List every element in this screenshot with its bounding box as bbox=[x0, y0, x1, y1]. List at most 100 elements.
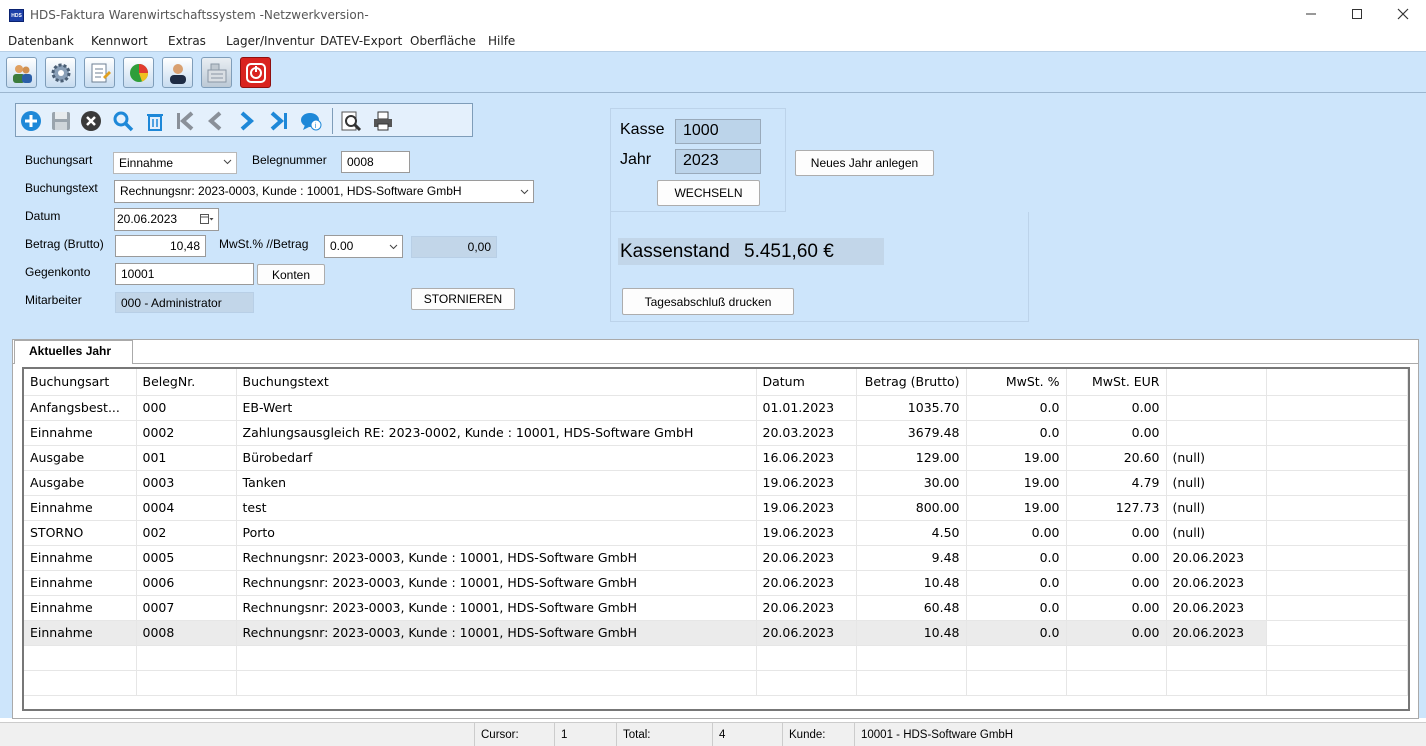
mwst-value: 0.00 bbox=[330, 239, 354, 253]
preview-button[interactable] bbox=[338, 108, 364, 134]
next-record-button[interactable] bbox=[234, 108, 260, 134]
search-button[interactable] bbox=[110, 108, 136, 134]
gegenkonto-field[interactable]: 10001 bbox=[115, 263, 254, 285]
belegnummer-field[interactable]: 0008 bbox=[341, 151, 410, 173]
table-cell: 0002 bbox=[136, 420, 237, 446]
col-header[interactable]: Buchungstext bbox=[236, 369, 757, 396]
mwst-select[interactable]: 0.00 bbox=[324, 235, 403, 258]
table-cell bbox=[1166, 420, 1267, 446]
table-cell bbox=[1266, 595, 1408, 621]
neues-jahr-button[interactable]: Neues Jahr anlegen bbox=[795, 150, 934, 176]
table-cell: 16.06.2023 bbox=[756, 445, 857, 471]
previous-record-button[interactable] bbox=[202, 108, 228, 134]
table-cell: 0006 bbox=[136, 570, 237, 596]
table-row[interactable]: Ausgabe 001 Bürobedarf 16.06.2023 129.00 19.0… bbox=[24, 445, 1408, 471]
pie-chart-icon bbox=[129, 63, 148, 82]
menu-kennwort[interactable]: Kennwort bbox=[91, 34, 148, 48]
menu-oberflaeche[interactable]: Oberfläche bbox=[410, 34, 476, 48]
konten-button[interactable]: Konten bbox=[257, 264, 325, 285]
table-cell: 127.73 bbox=[1066, 495, 1167, 521]
settings-button[interactable] bbox=[45, 57, 76, 88]
info-button[interactable]: i bbox=[298, 108, 324, 134]
table-cell: Einnahme bbox=[24, 570, 137, 596]
documents-button[interactable] bbox=[84, 57, 115, 88]
customers-button[interactable] bbox=[6, 57, 37, 88]
table-cell: 4.50 bbox=[856, 520, 967, 546]
maximize-button[interactable] bbox=[1334, 0, 1380, 31]
tab-aktuelles-jahr[interactable]: Aktuelles Jahr bbox=[14, 340, 133, 364]
cash-register-button[interactable] bbox=[201, 57, 232, 88]
col-header[interactable]: Datum bbox=[756, 369, 857, 396]
table-cell bbox=[1266, 420, 1408, 446]
cancel-button[interactable] bbox=[78, 108, 104, 134]
table-row[interactable]: STORNO 002 Porto 19.06.2023 4.50 0.00 0.00 (nul… bbox=[24, 520, 1408, 546]
bookings-grid[interactable]: Buchungsart BelegNr. Buchungstext Datum … bbox=[22, 367, 1410, 711]
table-cell: 30.00 bbox=[856, 470, 967, 496]
table-cell: 19.00 bbox=[966, 495, 1067, 521]
title-bar[interactable]: HDS HDS-Faktura Warenwirtschaftssystem -… bbox=[0, 0, 1426, 31]
close-button[interactable] bbox=[1380, 0, 1426, 31]
menu-datev-export[interactable]: DATEV-Export bbox=[320, 34, 402, 48]
menu-extras[interactable]: Extras bbox=[168, 34, 206, 48]
table-cell: 20.06.2023 bbox=[1166, 545, 1267, 571]
statistics-button[interactable] bbox=[123, 57, 154, 88]
user-button[interactable] bbox=[162, 57, 193, 88]
minimize-icon bbox=[1306, 13, 1316, 15]
print-button[interactable] bbox=[370, 108, 396, 134]
table-cell: 20.03.2023 bbox=[756, 420, 857, 446]
table-row[interactable]: Einnahme 0005 Rechnungsnr: 2023-0003, Kund… bbox=[24, 545, 1408, 571]
delete-button[interactable] bbox=[142, 108, 168, 134]
status-cursor-value: 1 bbox=[554, 723, 616, 746]
table-cell: 0.00 bbox=[1066, 395, 1167, 421]
new-record-button[interactable] bbox=[18, 108, 44, 134]
first-record-button[interactable] bbox=[172, 108, 198, 134]
table-cell bbox=[856, 645, 967, 671]
menu-hilfe[interactable]: Hilfe bbox=[488, 34, 515, 48]
table-cell bbox=[24, 645, 137, 671]
table-cell bbox=[756, 670, 857, 696]
exit-button[interactable] bbox=[240, 57, 271, 88]
buchungsart-select[interactable]: Einnahme bbox=[113, 152, 237, 174]
table-cell: 0005 bbox=[136, 545, 237, 571]
table-row[interactable]: Einnahme 0008 Rechnungsnr: 2023-0003, Kund… bbox=[24, 620, 1408, 646]
col-header[interactable]: Betrag (Brutto) bbox=[856, 369, 967, 396]
wechseln-button[interactable]: WECHSELN bbox=[657, 180, 760, 206]
window-title: HDS-Faktura Warenwirtschaftssystem -Netz… bbox=[30, 8, 369, 22]
table-cell: STORNO bbox=[24, 520, 137, 546]
table-row[interactable]: Einnahme 0002 Zahlungsausgleich RE: 2023-0… bbox=[24, 420, 1408, 446]
table-row-empty[interactable] bbox=[24, 670, 1408, 696]
table-row[interactable]: Anfangsbest... 000 EB-Wert 01.01.2023 1035.7… bbox=[24, 395, 1408, 421]
minimize-button[interactable] bbox=[1288, 0, 1334, 31]
table-row[interactable]: Einnahme 0006 Rechnungsnr: 2023-0003, Kund… bbox=[24, 570, 1408, 596]
table-row[interactable]: Ausgabe 0003 Tanken 19.06.2023 30.00 19.00 4.7… bbox=[24, 470, 1408, 496]
buchungstext-select[interactable]: Rechnungsnr: 2023-0003, Kunde : 10001, H… bbox=[114, 180, 534, 203]
last-record-button[interactable] bbox=[266, 108, 292, 134]
table-cell: (null) bbox=[1166, 445, 1267, 471]
col-header[interactable]: MwSt. EUR bbox=[1066, 369, 1167, 396]
save-button[interactable] bbox=[48, 108, 74, 134]
betrag-field[interactable]: 10,48 bbox=[115, 235, 206, 257]
table-row-empty[interactable] bbox=[24, 645, 1408, 671]
datum-picker[interactable]: 20.06.2023 bbox=[114, 208, 219, 231]
datum-label: Datum bbox=[25, 209, 61, 223]
col-header[interactable]: BelegNr. bbox=[136, 369, 237, 396]
col-header[interactable]: Buchungsart bbox=[24, 369, 137, 396]
table-row[interactable]: Einnahme 0007 Rechnungsnr: 2023-0003, Kund… bbox=[24, 595, 1408, 621]
kassenstand-display: Kassenstand 5.451,60 € bbox=[618, 238, 884, 265]
table-body: Anfangsbest... 000 EB-Wert 01.01.2023 1035.7… bbox=[24, 395, 1408, 696]
chevron-down-icon bbox=[223, 159, 232, 165]
table-cell bbox=[1266, 495, 1408, 521]
stornieren-button[interactable]: STORNIEREN bbox=[411, 288, 515, 310]
table-cell bbox=[756, 645, 857, 671]
table-cell: 60.48 bbox=[856, 595, 967, 621]
menu-datenbank[interactable]: Datenbank bbox=[8, 34, 74, 48]
table-cell: 20.06.2023 bbox=[756, 570, 857, 596]
menu-lager-inventur[interactable]: Lager/Inventur bbox=[226, 34, 315, 48]
tagesabschluss-button[interactable]: Tagesabschluß drucken bbox=[622, 288, 794, 315]
power-icon bbox=[245, 62, 266, 83]
col-header[interactable] bbox=[1166, 369, 1267, 396]
col-header[interactable]: MwSt. % bbox=[966, 369, 1067, 396]
table-row[interactable]: Einnahme 0004 test 19.06.2023 800.00 19.00 127… bbox=[24, 495, 1408, 521]
table-cell: EB-Wert bbox=[236, 395, 757, 421]
table-cell bbox=[856, 670, 967, 696]
